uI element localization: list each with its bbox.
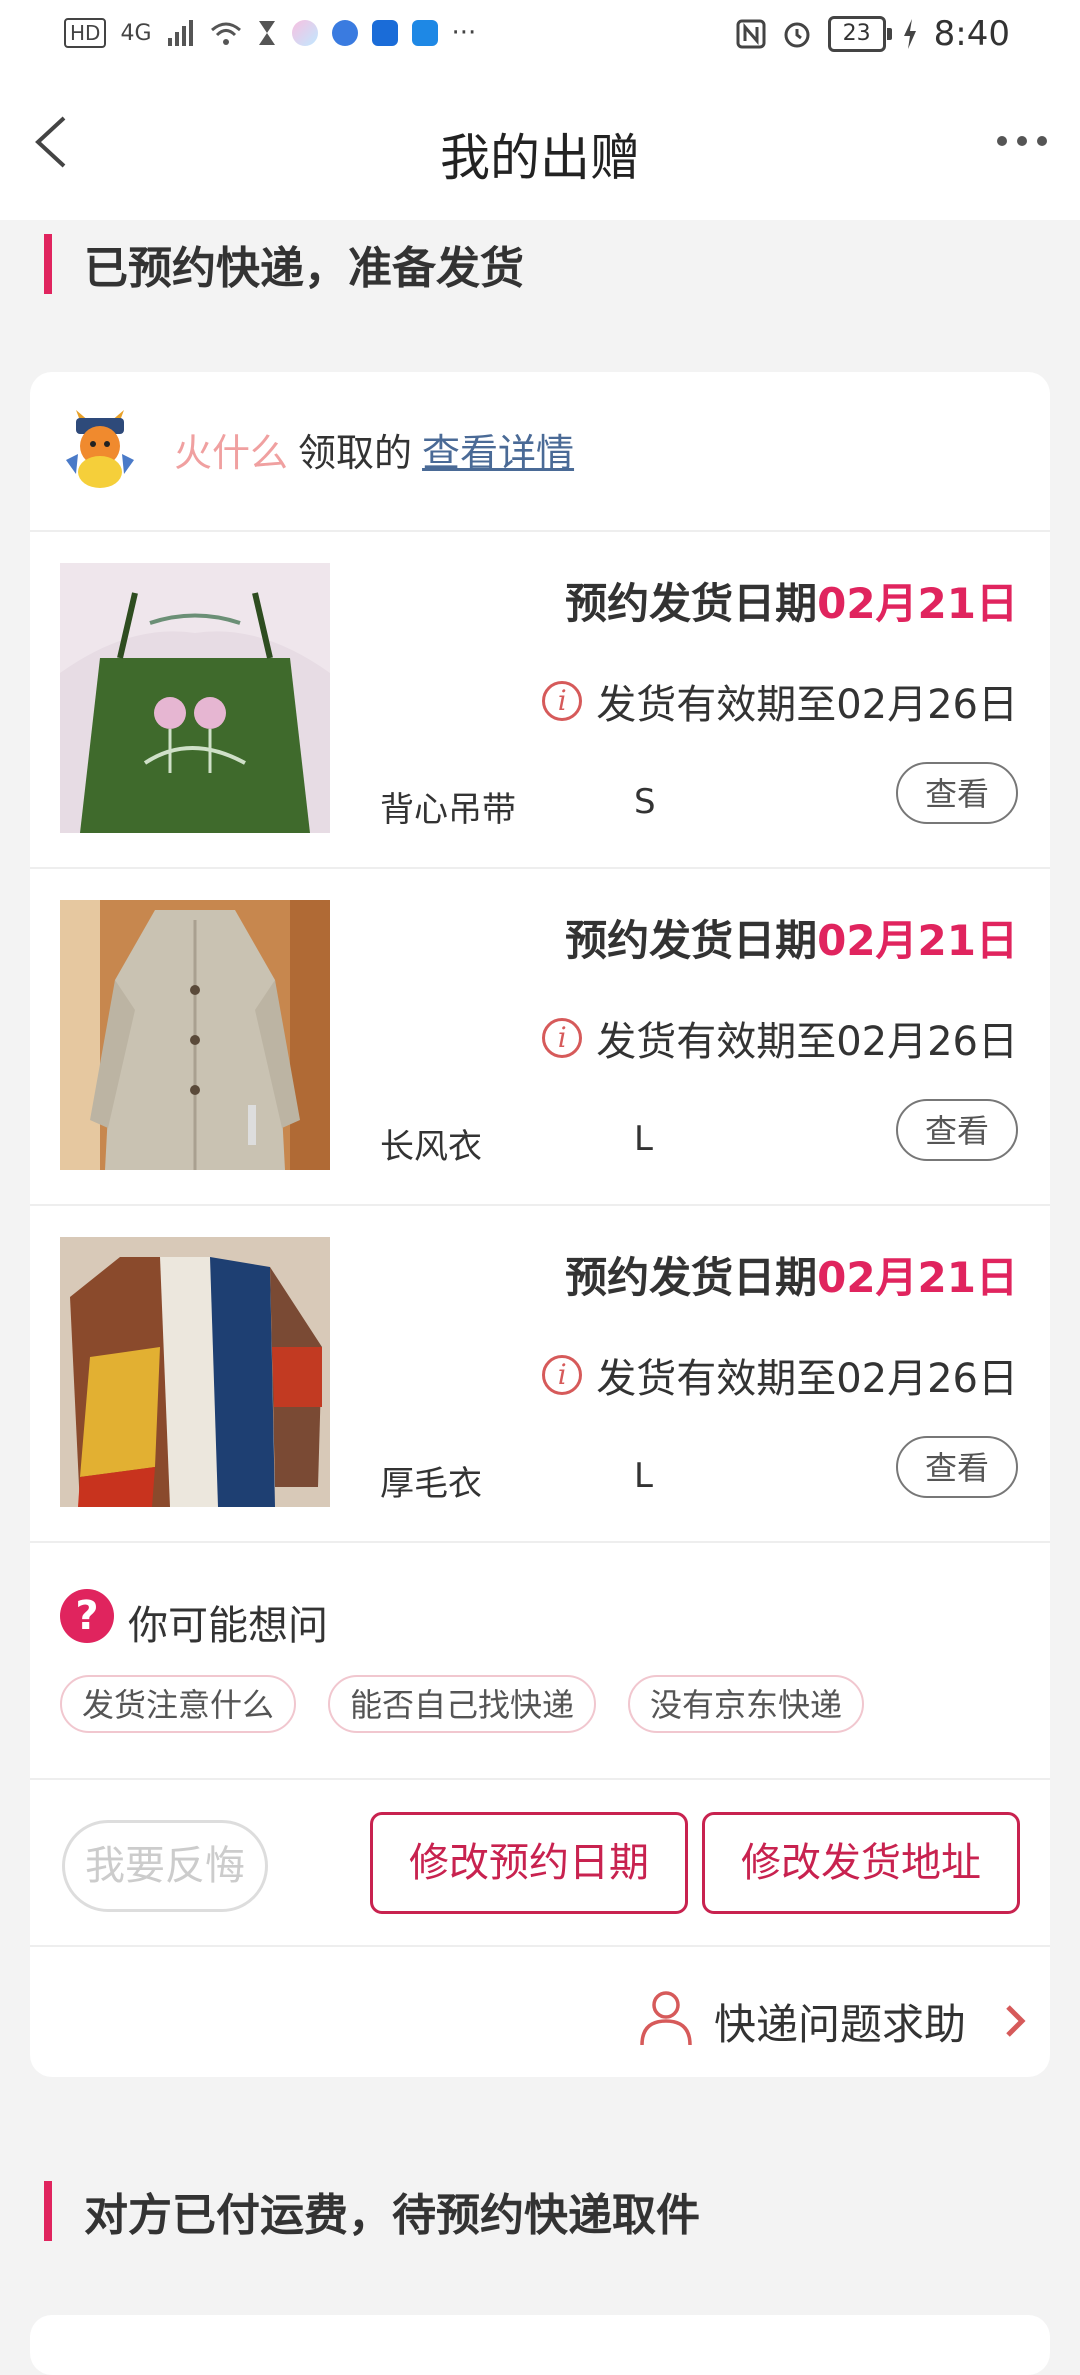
appointment-date: 预约发货日期02月21日	[565, 1244, 1018, 1305]
question-icon: ?	[60, 1589, 114, 1643]
regret-button[interactable]: 我要反悔	[62, 1820, 268, 1912]
item-size: L	[634, 1456, 653, 1496]
item-thumbnail[interactable]	[60, 1237, 330, 1507]
app-icon-pastel	[291, 20, 318, 46]
receiver-verb: 领取的	[298, 431, 413, 475]
view-button[interactable]: 查看	[896, 1099, 1018, 1161]
appointment-label: 预约发货日期	[565, 916, 818, 965]
more-notifications-icon: ···	[451, 18, 477, 48]
courier-help-row[interactable]: 快递问题求助	[30, 1947, 1050, 2077]
validity-text: 发货有效期至02月26日	[596, 682, 1018, 728]
status-right: 23 8:40	[736, 14, 1010, 54]
alarm-icon	[784, 22, 810, 48]
battery-level: 23	[842, 21, 871, 46]
card-header: 火什么 领取的 查看详情	[30, 372, 1050, 532]
view-button[interactable]: 查看	[896, 762, 1018, 824]
item-name: 背心吊带	[380, 790, 516, 830]
validity-line: i 发货有效期至02月26日	[542, 672, 1018, 730]
action-bar: 我要反悔 修改预约日期 修改发货地址	[30, 1780, 1050, 1947]
item-size: S	[634, 782, 656, 822]
faq-chip[interactable]: 发货注意什么	[60, 1675, 297, 1733]
modify-address-button[interactable]: 修改发货地址	[702, 1812, 1020, 1914]
faq-chips: 发货注意什么 能否自己找快递 没有京东快递	[60, 1675, 865, 1733]
item-thumbnail[interactable]	[60, 900, 330, 1170]
appointment-date-value: 02月21日	[817, 579, 1018, 628]
modify-date-button[interactable]: 修改预约日期	[370, 1812, 688, 1914]
clock-time: 8:40	[933, 14, 1010, 54]
status-bar: HD 4G ··· 23 8:40	[0, 0, 1080, 70]
avatar[interactable]	[58, 408, 142, 492]
receiver-name[interactable]: 火什么	[174, 431, 288, 475]
section-accent-bar	[44, 2181, 52, 2241]
app-icon-globe	[331, 20, 358, 46]
appointment-label: 预约发货日期	[565, 579, 818, 628]
appointment-date: 预约发货日期02月21日	[565, 907, 1018, 968]
next-donation-card	[30, 2315, 1050, 2375]
battery-icon: 23	[827, 16, 892, 52]
app-header: 我的出赠	[0, 70, 1080, 220]
appointment-label: 预约发货日期	[565, 1253, 818, 1302]
validity-line: i 发货有效期至02月26日	[542, 1346, 1018, 1404]
charging-icon	[903, 19, 916, 49]
wifi-icon	[210, 22, 241, 45]
appointment-date-value: 02月21日	[817, 916, 1018, 965]
item-name: 长风衣	[380, 1127, 482, 1167]
faq-title: 你可能想问	[128, 1603, 328, 1649]
list-item: 预约发货日期02月21日 i 发货有效期至02月26日 厚毛衣 L 查看	[30, 1206, 1050, 1543]
receiver-line: 火什么 领取的 查看详情	[174, 422, 574, 477]
item-thumbnail[interactable]	[60, 563, 330, 833]
signal-icon	[167, 20, 193, 46]
item-name: 厚毛衣	[380, 1464, 482, 1504]
chevron-right-icon	[1006, 2005, 1026, 2037]
app-icon-bulb	[371, 20, 398, 46]
item-size: L	[634, 1119, 653, 1159]
section-accent-bar	[44, 234, 52, 294]
info-icon: i	[542, 1355, 583, 1395]
hd-badge: HD	[64, 18, 107, 48]
section-title-text: 已预约快递，准备发货	[84, 243, 524, 294]
hourglass-icon	[258, 21, 275, 45]
appointment-date: 预约发货日期02月21日	[565, 570, 1018, 631]
info-icon: i	[542, 1018, 583, 1058]
validity-line: i 发货有效期至02月26日	[542, 1009, 1018, 1067]
network-label: 4G	[120, 20, 152, 46]
section-title-ready-to-ship: 已预约快递，准备发货	[44, 234, 524, 294]
faq-chip[interactable]: 没有京东快递	[628, 1675, 865, 1733]
list-item: 预约发货日期02月21日 i 发货有效期至02月26日 长风衣 L 查看	[30, 869, 1050, 1206]
section-title-awaiting-pickup: 对方已付运费，待预约快递取件	[44, 2181, 700, 2241]
more-options-icon[interactable]	[992, 126, 1052, 156]
page-title: 我的出赠	[440, 129, 640, 187]
app-icon-arrow	[411, 20, 438, 46]
info-icon: i	[542, 681, 583, 721]
view-button[interactable]: 查看	[896, 1436, 1018, 1498]
faq-chip[interactable]: 能否自己找快递	[328, 1675, 597, 1733]
view-details-link[interactable]: 查看详情	[422, 431, 574, 475]
section-title-text: 对方已付运费，待预约快递取件	[84, 2190, 700, 2241]
courier-help-label: 快递问题求助	[714, 2000, 967, 2049]
validity-text: 发货有效期至02月26日	[596, 1019, 1018, 1065]
nfc-icon	[736, 19, 766, 49]
validity-text: 发货有效期至02月26日	[596, 1356, 1018, 1402]
status-left: HD 4G ···	[64, 18, 476, 48]
list-item: 预约发货日期02月21日 i 发货有效期至02月26日 背心吊带 S 查看	[30, 532, 1050, 869]
appointment-date-value: 02月21日	[817, 1253, 1018, 1302]
person-icon	[640, 1991, 692, 2046]
faq-section: ? 你可能想问 发货注意什么 能否自己找快递 没有京东快递	[30, 1543, 1050, 1780]
donation-card: 火什么 领取的 查看详情 预约发货日期02月21日 i 发货有效期至02月26日 背心…	[30, 372, 1050, 2077]
